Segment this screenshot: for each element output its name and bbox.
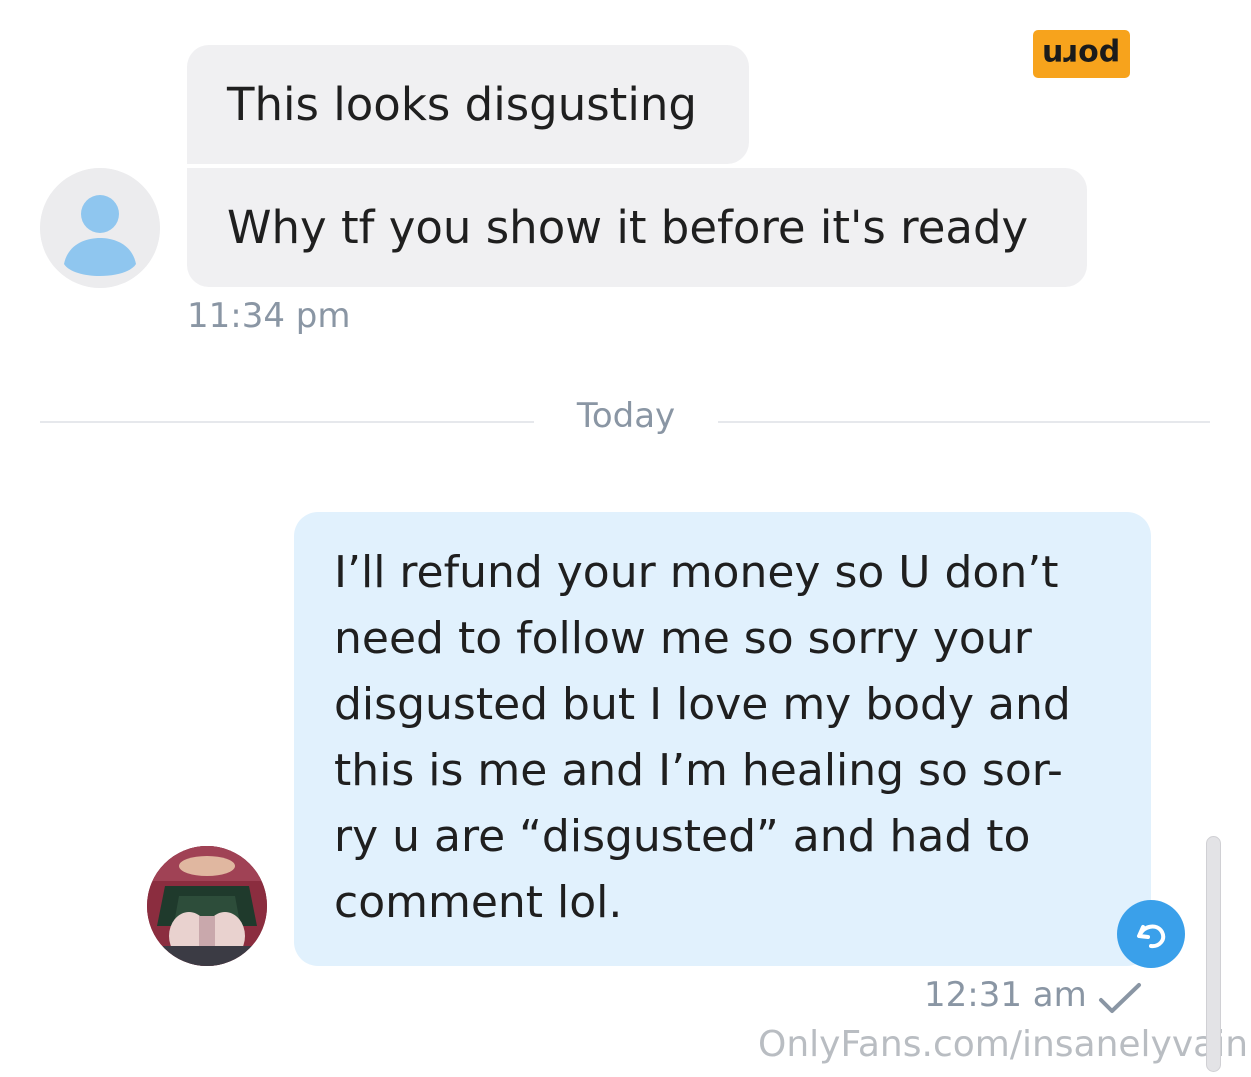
- scrollbar[interactable]: [1206, 836, 1221, 1072]
- message-line: comment lol.: [334, 877, 623, 928]
- sender-avatar[interactable]: [40, 168, 160, 288]
- undo-icon: [1137, 924, 1166, 949]
- avatar-photo-image: [147, 846, 267, 966]
- watermark-badge: porn: [1033, 30, 1130, 78]
- date-divider-label: Today: [576, 396, 676, 436]
- message-timestamp: 12:31 am: [924, 975, 1087, 1015]
- message-timestamp: 11:34 pm: [187, 296, 351, 336]
- watermark-badge-text: porn: [1042, 36, 1121, 72]
- message-line: need to follow me so sorry your: [334, 613, 1032, 664]
- message-line: I’ll refund your money so U don’t: [334, 547, 1059, 598]
- undo-button[interactable]: [1117, 900, 1185, 968]
- incoming-message-bubble[interactable]: Why tf you show it before it's ready: [187, 168, 1087, 287]
- message-text: This looks disgusting: [227, 78, 697, 131]
- divider-line: [40, 421, 534, 423]
- user-placeholder-icon: [40, 168, 160, 288]
- divider-line: [718, 421, 1210, 423]
- incoming-message-bubble[interactable]: This looks disgusting: [187, 45, 749, 164]
- message-line: ry u are “disgusted” and had to: [334, 811, 1031, 862]
- message-line: this is me and I’m healing so sor-: [334, 745, 1063, 796]
- message-line: disgusted but I love my body and: [334, 679, 1071, 730]
- checkmark-icon: [1097, 980, 1143, 1020]
- own-avatar[interactable]: [147, 846, 267, 966]
- outgoing-message-bubble[interactable]: I’ll refund your money so U don’t need t…: [294, 512, 1151, 966]
- message-text: Why tf you show it before it's ready: [227, 201, 1029, 254]
- watermark-url: OnlyFans.com/insanelyvain1: [758, 1024, 1251, 1065]
